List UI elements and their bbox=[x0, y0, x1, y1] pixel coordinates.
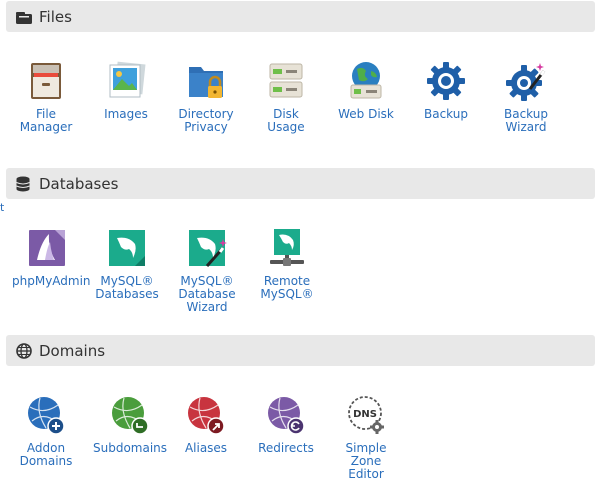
tile-label: File Manager bbox=[19, 107, 73, 134]
tile-label: MySQL® Database Wizard bbox=[178, 274, 236, 314]
tile-backup-wizard[interactable]: Backup Wizard bbox=[493, 59, 559, 134]
section-header-files[interactable]: Files bbox=[6, 1, 595, 32]
tile-label: Simple Zone Editor bbox=[345, 441, 387, 481]
database-icon bbox=[16, 176, 32, 192]
section-title-domains: Domains bbox=[39, 341, 106, 360]
tile-directory-privacy[interactable]: Directory Privacy bbox=[173, 59, 239, 134]
tile-images[interactable]: Images bbox=[93, 59, 159, 121]
tile-mysql-database-wizard[interactable]: MySQL® Database Wizard bbox=[174, 226, 240, 314]
tile-web-disk[interactable]: Web Disk bbox=[333, 59, 399, 121]
tile-label: Backup Wizard bbox=[504, 107, 548, 134]
tile-simple-zone-editor[interactable]: DNS Simple Zone Editor bbox=[333, 393, 399, 481]
tile-subdomains[interactable]: Subdomains bbox=[93, 393, 167, 455]
folder-lock-icon bbox=[189, 67, 223, 98]
clipped-text-fragment: t bbox=[0, 203, 4, 213]
tile-addon-domains[interactable]: Addon Domains bbox=[13, 393, 79, 468]
tile-label: Redirects bbox=[258, 441, 314, 455]
tile-label: Subdomains bbox=[93, 441, 168, 455]
tile-label: Directory Privacy bbox=[178, 107, 234, 134]
backup-gear-icon bbox=[427, 62, 465, 100]
globe-drive-icon bbox=[350, 62, 382, 99]
dns-zone-icon: DNS bbox=[348, 396, 384, 434]
tile-mysql-databases[interactable]: MySQL® Databases bbox=[94, 226, 160, 301]
tile-label: Aliases bbox=[184, 441, 228, 455]
tile-label: Backup bbox=[424, 107, 468, 121]
tile-file-manager[interactable]: File Manager bbox=[13, 59, 79, 134]
mysql-dolphin-icon bbox=[109, 230, 145, 266]
tile-label: Addon Domains bbox=[19, 441, 73, 468]
subdomain-globe-icon bbox=[112, 397, 149, 435]
tile-redirects[interactable]: Redirects bbox=[253, 393, 319, 455]
section-header-databases[interactable]: Databases bbox=[6, 168, 595, 199]
hard-drive-usage-icon bbox=[269, 63, 303, 98]
addon-domain-globe-icon bbox=[28, 397, 65, 435]
file-cabinet-icon bbox=[31, 63, 61, 99]
section-title-files: Files bbox=[39, 7, 72, 26]
globe-icon bbox=[16, 342, 32, 359]
section-header-domains[interactable]: Domains bbox=[6, 335, 595, 366]
alias-globe-icon bbox=[188, 397, 225, 435]
backup-wizard-icon bbox=[506, 63, 546, 101]
phpmyadmin-sail-icon bbox=[29, 230, 65, 266]
tile-label: Disk Usage bbox=[267, 107, 305, 134]
remote-mysql-icon bbox=[270, 229, 304, 266]
tile-label: Remote MySQL® bbox=[260, 274, 314, 301]
tile-label: Images bbox=[104, 107, 148, 121]
mysql-wizard-icon bbox=[189, 230, 227, 267]
tile-label: phpMyAdmin bbox=[12, 274, 91, 288]
svg-text:DNS: DNS bbox=[353, 409, 377, 420]
tile-disk-usage[interactable]: Disk Usage bbox=[253, 59, 319, 134]
photo-stack-icon bbox=[109, 61, 146, 98]
tile-aliases[interactable]: Aliases bbox=[173, 393, 239, 455]
tile-label: MySQL® Databases bbox=[95, 274, 159, 301]
tile-remote-mysql[interactable]: Remote MySQL® bbox=[254, 226, 320, 301]
tile-label: Web Disk bbox=[338, 107, 394, 121]
folder-stack-icon bbox=[16, 9, 32, 25]
tile-phpmyadmin[interactable]: phpMyAdmin bbox=[12, 226, 91, 288]
redirect-globe-icon bbox=[268, 397, 305, 435]
tile-backup[interactable]: Backup bbox=[413, 59, 479, 121]
section-title-databases: Databases bbox=[39, 174, 119, 193]
